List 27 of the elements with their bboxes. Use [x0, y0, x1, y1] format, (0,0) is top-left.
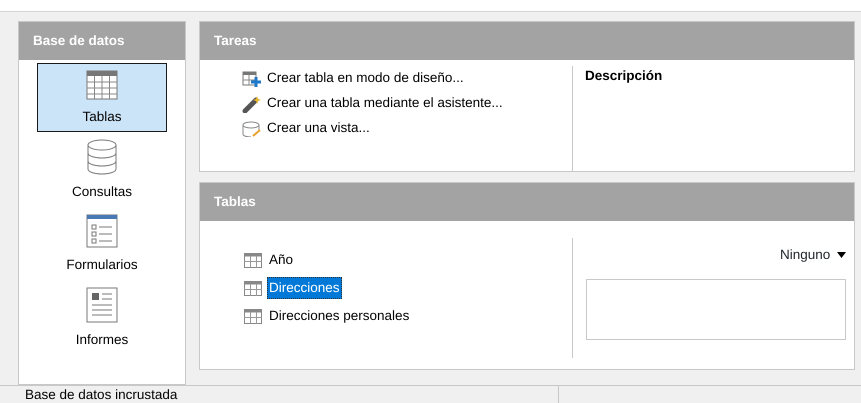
sidebar-item[interactable]: Tablas	[37, 63, 167, 132]
wand-icon	[242, 94, 262, 112]
status-text: Base de datos incrustada	[25, 386, 178, 403]
table-item[interactable]: Direcciones personales	[267, 304, 412, 328]
task-link[interactable]: Crear tabla en modo de diseño...	[267, 68, 464, 89]
table-add-icon	[242, 70, 262, 86]
panel-header: Base de datos	[19, 22, 185, 60]
table-icon	[86, 70, 118, 100]
table-icon	[244, 308, 262, 324]
table-icon	[244, 280, 262, 296]
table-item[interactable]: Año	[267, 248, 296, 272]
sidebar-item[interactable]: Formularios	[37, 207, 167, 280]
task-link[interactable]: Crear una vista...	[267, 118, 370, 139]
table-item[interactable]: Direcciones	[267, 276, 342, 300]
form-icon	[86, 214, 118, 248]
database-icon	[86, 139, 118, 176]
preview-dropdown[interactable]: Ninguno	[780, 244, 846, 265]
database-view-icon	[242, 120, 262, 136]
panel-header: Tablas	[200, 183, 854, 221]
task-link[interactable]: Crear una tabla mediante el asistente...	[267, 93, 503, 114]
report-icon	[86, 287, 118, 324]
sidebar-item[interactable]: Informes	[37, 280, 167, 356]
description-label: Descripción	[585, 68, 662, 83]
table-icon	[244, 252, 262, 268]
sidebar-item[interactable]: Consultas	[37, 132, 167, 208]
panel-header: Tareas	[200, 22, 854, 60]
caret-icon	[837, 252, 846, 258]
